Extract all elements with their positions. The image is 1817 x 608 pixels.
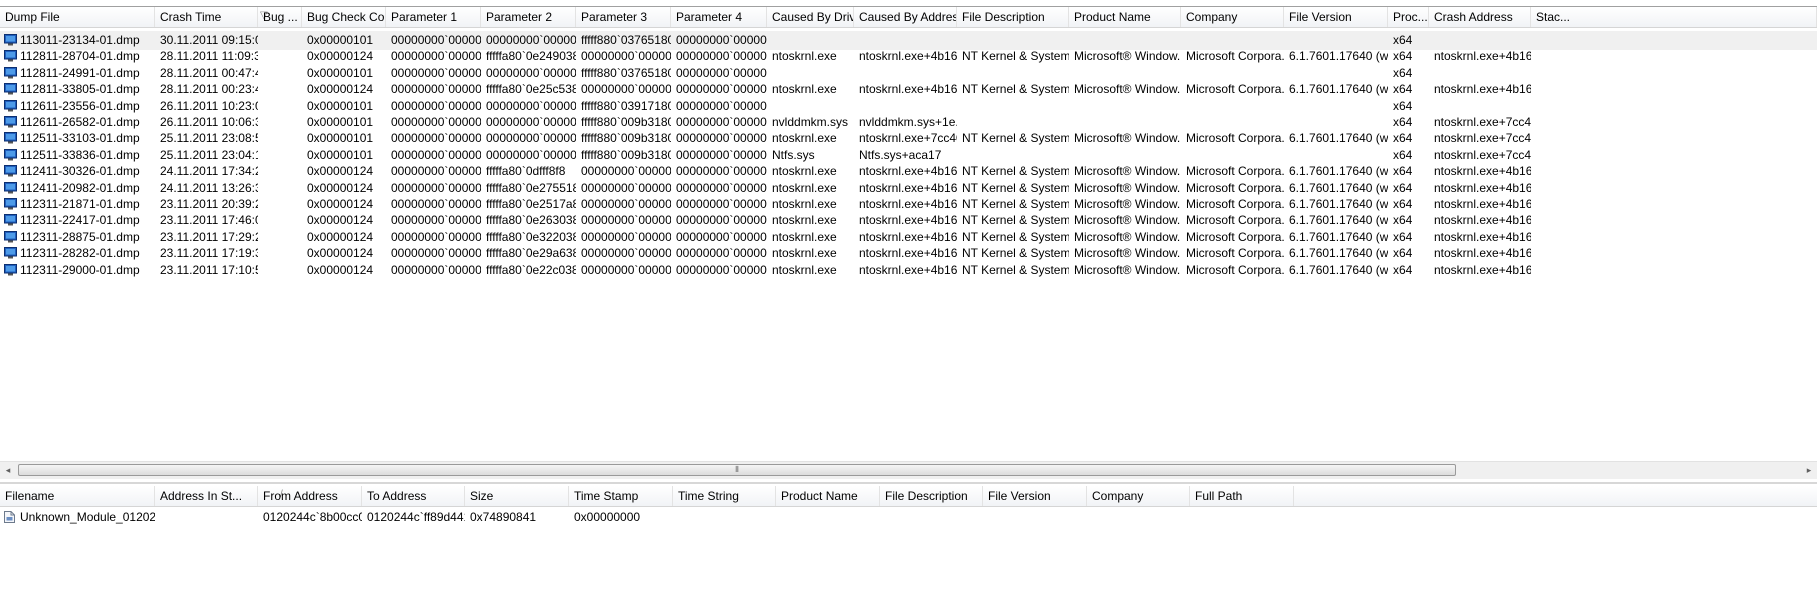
table-cell: Microsoft Corpora...	[1186, 262, 1284, 277]
table-cell	[155, 508, 258, 527]
dump-column-header-1[interactable]: Crash Time	[155, 7, 258, 27]
table-cell: 00000000`000000...	[676, 262, 767, 277]
dump-column-header-4[interactable]: Parameter 1	[386, 7, 481, 27]
module-list-header: Filename Address In St... / From Address To …	[0, 486, 1817, 507]
dump-column-header-3[interactable]: Bug Check Co...	[302, 7, 386, 27]
splitter[interactable]	[0, 482, 1817, 484]
horizontal-scrollbar[interactable]: ◂ ⦀ ▸	[0, 461, 1817, 479]
table-cell: 00000000`000000...	[391, 262, 481, 277]
dump-column-header-6[interactable]: Parameter 3	[576, 7, 671, 27]
module-column-header-1[interactable]: Address In St...	[155, 486, 258, 506]
table-cell: 0x00000000	[574, 510, 641, 524]
module-column-header-3[interactable]: To Address	[362, 486, 465, 506]
module-column-header-2[interactable]: From Address	[258, 486, 362, 506]
scroll-right-arrow[interactable]: ▸	[1801, 462, 1817, 479]
table-cell: 112311-29000-01.dmp	[20, 262, 140, 277]
module-column-header-6[interactable]: Time String	[673, 486, 776, 506]
dump-column-header-15[interactable]: Crash Address	[1429, 7, 1531, 27]
module-column-header-11[interactable]: Full Path	[1190, 486, 1294, 506]
scroll-left-arrow[interactable]: ◂	[0, 462, 16, 479]
table-cell	[1531, 261, 1817, 280]
module-column-header-7[interactable]: Product Name	[776, 486, 880, 506]
module-column-header-8[interactable]: File Description	[880, 486, 983, 506]
table-cell: 00000000`000000...	[581, 262, 671, 277]
table-cell: 0x00000124	[307, 262, 374, 277]
table-cell: 6.1.7601.17640 (wi...	[1289, 262, 1388, 277]
table-cell: 0120244c`8b00cc00	[263, 510, 362, 524]
dump-list-header: Dump File Crash Time ▽ Bug ... Bug Check Co.…	[0, 7, 1817, 28]
table-cell: fffffa80`0e22c038	[486, 262, 576, 277]
dump-column-header-0[interactable]: Dump File	[0, 7, 155, 27]
table-cell: ntoskrnl.exe+4b16cc	[1434, 262, 1531, 277]
table-cell: 0120244c`ff89d441	[367, 510, 465, 524]
module-column-header-10[interactable]: Company	[1087, 486, 1190, 506]
module-column-header-0[interactable]: Filename	[0, 486, 155, 506]
dump-column-header-2[interactable]: Bug ...	[258, 7, 302, 27]
table-cell: NT Kernel & System	[962, 262, 1069, 277]
scroll-thumb[interactable]: ⦀	[18, 464, 1456, 476]
window-top-border	[0, 0, 1817, 7]
module-column-header-5[interactable]: Time Stamp	[569, 486, 673, 506]
dump-column-header-12[interactable]: Company	[1181, 7, 1284, 27]
table-row[interactable]: 112311-29000-01.dmp 23.11.2011 17:10:52 0x…	[0, 261, 1817, 280]
dump-column-header-14[interactable]: Proc...	[1388, 7, 1429, 27]
table-cell	[880, 508, 983, 527]
table-cell	[258, 261, 302, 280]
dump-column-header-11[interactable]: Product Name	[1069, 7, 1181, 27]
table-cell: Unknown_Module_0120244...	[20, 510, 155, 524]
table-row[interactable]: Unknown_Module_0120244... 0120244c`8b00cc…	[0, 508, 1817, 527]
table-cell: 0x74890841	[470, 510, 537, 524]
module-column-header-9[interactable]: File Version	[983, 486, 1087, 506]
table-cell	[983, 508, 1087, 527]
table-cell	[673, 508, 776, 527]
table-cell: ntoskrnl.exe	[772, 262, 837, 277]
dump-column-header-13[interactable]: File Version	[1284, 7, 1388, 27]
dump-column-header-16[interactable]: Stac...	[1531, 7, 1817, 27]
dump-column-header-9[interactable]: Caused By Address	[854, 7, 957, 27]
table-cell	[776, 508, 880, 527]
dump-column-header-8[interactable]: Caused By Driver	[767, 7, 854, 27]
table-cell: Microsoft® Window...	[1074, 262, 1181, 277]
module-column-header-4[interactable]: Size	[465, 486, 569, 506]
table-cell	[1190, 508, 1294, 527]
table-cell: 23.11.2011 17:10:52	[160, 262, 258, 277]
dump-column-header-10[interactable]: File Description	[957, 7, 1069, 27]
dump-column-header-7[interactable]: Parameter 4	[671, 7, 767, 27]
table-cell	[1087, 508, 1190, 527]
table-cell: x64	[1393, 262, 1413, 277]
table-cell: ntoskrnl.exe+4b16cc	[859, 262, 957, 277]
dump-column-header-5[interactable]: Parameter 2	[481, 7, 576, 27]
